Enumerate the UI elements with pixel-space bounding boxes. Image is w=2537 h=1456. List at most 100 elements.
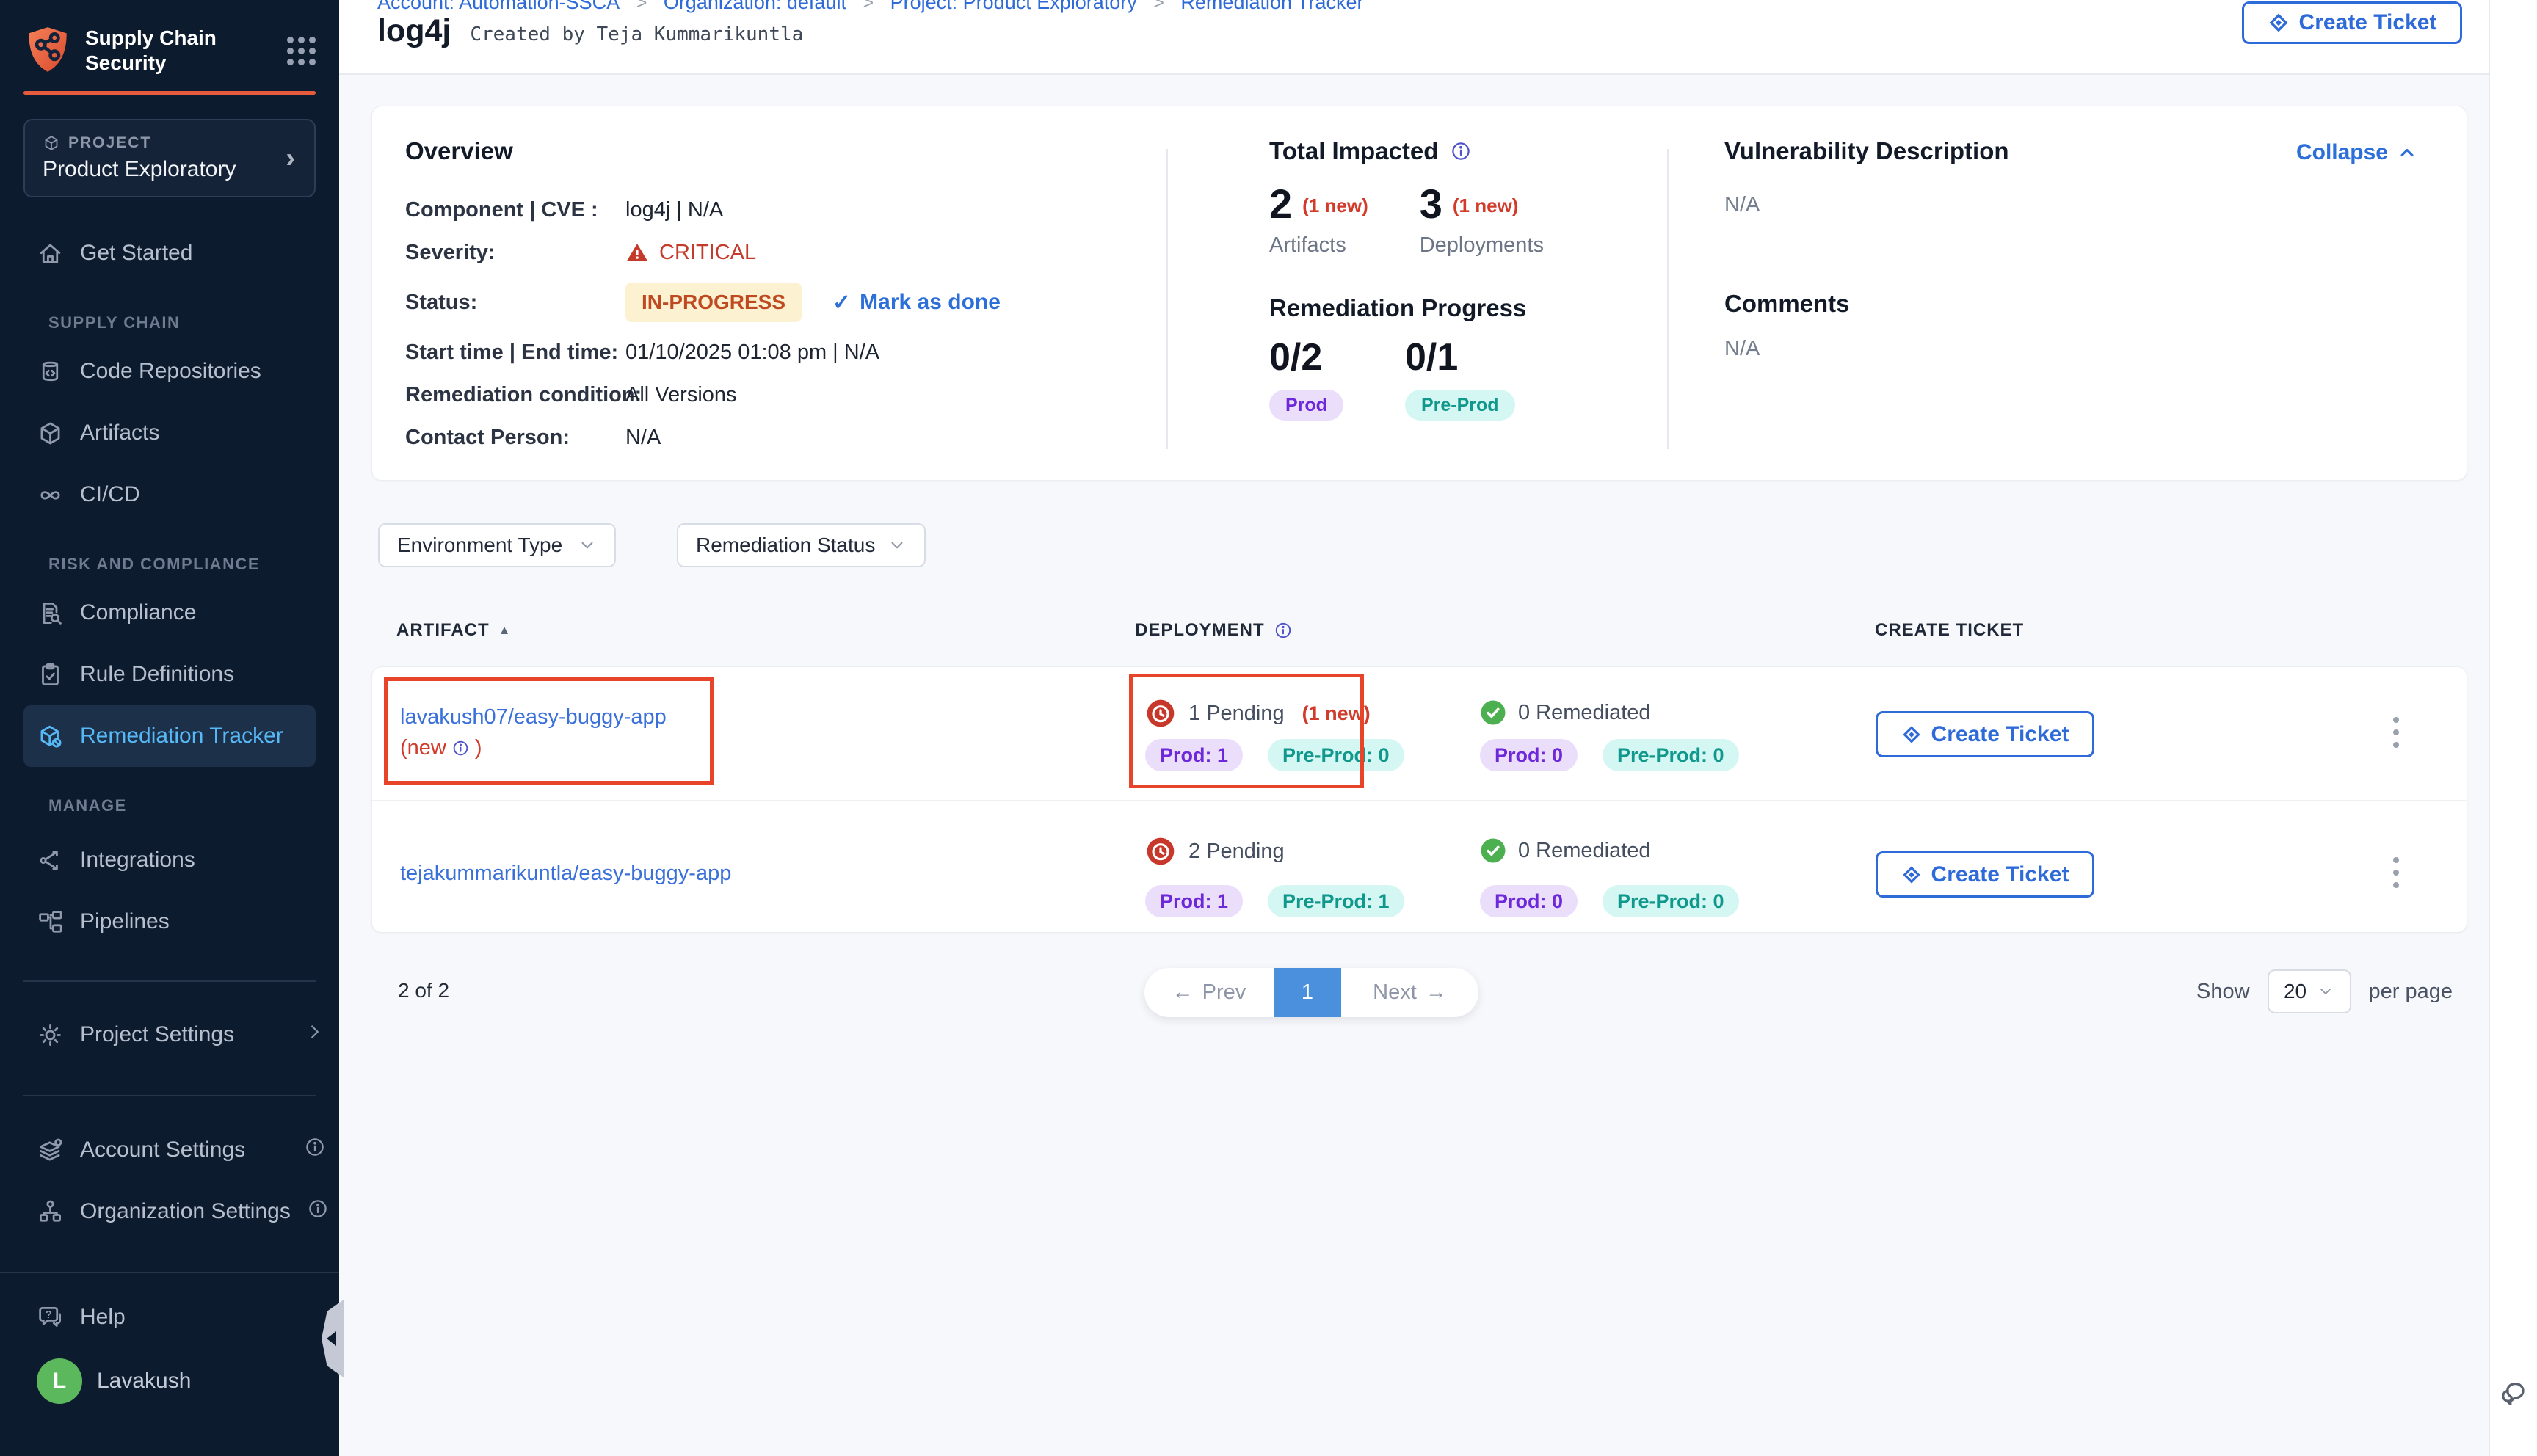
info-icon[interactable]	[451, 739, 470, 757]
sidebar-item-remediation-tracker[interactable]: Remediation Tracker	[23, 705, 316, 767]
overview-row-status: Status: IN-PROGRESS ✓ Mark as done	[405, 274, 1154, 331]
sidebar-item-get-started[interactable]: Get Started	[0, 222, 339, 284]
page-size-control: Show 20 per page	[2196, 969, 2453, 1013]
component-cve-value: log4j | N/A	[625, 198, 723, 222]
row-menu-kebab-icon[interactable]	[2387, 857, 2405, 888]
remediated-check-icon	[1480, 699, 1506, 726]
sidebar-item-label: Help	[80, 1305, 126, 1330]
artifacts-count: 2	[1269, 180, 1292, 228]
breadcrumb-account[interactable]: Account: Automation-SSCA	[377, 0, 620, 13]
sidebar-item-pipelines[interactable]: Pipelines	[0, 891, 339, 953]
pager: ← Prev 1 Next →	[1144, 968, 1478, 1017]
column-header-create-ticket: CREATE TICKET	[1875, 620, 2024, 641]
pipelines-icon	[37, 909, 64, 936]
deployments-count: 3	[1420, 180, 1442, 228]
sidebar-item-rule-definitions[interactable]: Rule Definitions	[0, 644, 339, 705]
check-icon: ✓	[832, 290, 851, 316]
row-menu-kebab-icon[interactable]	[2387, 717, 2405, 748]
sidebar-item-code-repositories[interactable]: Code Repositories	[0, 341, 339, 402]
code-repository-icon	[37, 358, 64, 385]
environment-type-filter[interactable]: Environment Type	[378, 523, 616, 567]
breadcrumb-project[interactable]: Project: Product Exploratory	[890, 0, 1137, 13]
sidebar-item-label: Project Settings	[80, 1022, 234, 1047]
prod-badge: Prod: 0	[1480, 739, 1578, 771]
layers-gear-icon	[37, 1137, 64, 1164]
prod-badge: Prod: 1	[1145, 739, 1243, 771]
info-icon[interactable]	[1450, 140, 1472, 162]
overview-card: Overview Component | CVE : log4j | N/A S…	[371, 106, 2467, 481]
info-icon[interactable]	[304, 1136, 326, 1164]
sidebar-item-help[interactable]: ? Help	[0, 1295, 339, 1339]
info-icon[interactable]	[1274, 621, 1293, 640]
remediation-status-filter[interactable]: Remediation Status	[677, 523, 926, 567]
user-name: Lavakush	[97, 1369, 191, 1394]
show-label: Show	[2196, 980, 2250, 1004]
user-menu[interactable]: L Lavakush	[0, 1358, 339, 1404]
apps-grid-icon[interactable]	[287, 37, 316, 65]
create-ticket-button[interactable]: Create Ticket	[1876, 851, 2094, 898]
collapse-button[interactable]: Collapse	[2296, 140, 2417, 165]
pending-status: 2 Pending	[1146, 837, 1285, 866]
page-subtitle: Created by Teja Kummarikuntla	[470, 23, 803, 46]
sidebar-item-label: Rule Definitions	[80, 662, 234, 687]
column-header-artifact[interactable]: ARTIFACT ▲	[396, 620, 511, 641]
pending-count: 1 Pending	[1188, 702, 1285, 726]
triangle-left-icon	[327, 1331, 336, 1346]
arrow-right-icon: →	[1426, 980, 1447, 1005]
sidebar: Supply Chain Security PROJECT Product Ex…	[0, 0, 339, 1456]
avatar: L	[37, 1358, 82, 1404]
ticket-diamond-icon	[1901, 864, 1922, 885]
remediation-table: lavakush07/easy-buggy-app (new ) 1 Pendi…	[371, 666, 2467, 933]
gear-icon	[37, 1022, 64, 1049]
info-icon[interactable]	[307, 1198, 329, 1226]
breadcrumb-remediation-tracker[interactable]: Remediation Tracker	[1180, 0, 1363, 13]
sidebar-item-project-settings[interactable]: Project Settings	[0, 1004, 339, 1066]
project-selector[interactable]: PROJECT Product Exploratory ›	[23, 119, 316, 197]
create-ticket-button[interactable]: Create Ticket	[2242, 1, 2462, 44]
artifact-link[interactable]: tejakummarikuntla/easy-buggy-app	[400, 862, 731, 886]
prod-pill: Prod	[1269, 390, 1343, 421]
sidebar-item-artifacts[interactable]: Artifacts	[0, 402, 339, 464]
sidebar-item-compliance[interactable]: Compliance	[0, 582, 339, 644]
artifact-link[interactable]: lavakush07/easy-buggy-app	[400, 705, 667, 729]
remediated-count: 0 Remediated	[1518, 701, 1651, 725]
mark-as-done-button[interactable]: ✓ Mark as done	[832, 290, 1001, 316]
sidebar-item-cicd[interactable]: CI/CD	[0, 464, 339, 525]
sidebar-item-organization-settings[interactable]: Organization Settings	[0, 1181, 339, 1242]
overview-row-condition: Remediation condition: All Versions	[405, 374, 1154, 416]
remediated-status: 0 Remediated	[1480, 837, 1651, 864]
page-number-active[interactable]: 1	[1274, 968, 1341, 1017]
contact-value: N/A	[625, 426, 661, 450]
sidebar-item-label: CI/CD	[80, 482, 140, 507]
sort-ascending-icon: ▲	[498, 623, 512, 638]
sidebar-item-account-settings[interactable]: Account Settings	[0, 1119, 339, 1181]
warning-triangle-icon	[625, 241, 649, 264]
help-chat-icon: ?	[37, 1304, 64, 1331]
page-size-select[interactable]: 20	[2268, 969, 2351, 1013]
total-impacted-heading: Total Impacted	[1269, 137, 1472, 165]
ticket-diamond-icon	[2268, 12, 2290, 34]
overview-row-contact: Contact Person: N/A	[405, 416, 1154, 459]
sidebar-item-integrations[interactable]: Integrations	[0, 829, 339, 891]
nav-section-supply-chain: SUPPLY CHAIN	[0, 308, 339, 338]
arrow-left-icon: ←	[1172, 980, 1194, 1005]
next-page-button[interactable]: Next →	[1341, 968, 1478, 1017]
comments-heading: Comments	[1724, 290, 1850, 318]
project-name: Product Exploratory	[43, 157, 297, 182]
chevron-down-icon	[888, 536, 907, 555]
cube-icon	[37, 420, 64, 447]
nav-section-manage: MANAGE	[0, 791, 339, 820]
brand-accent-divider	[23, 91, 316, 95]
filters: Environment Type Remediation Status	[378, 523, 926, 567]
pending-icon	[1146, 837, 1175, 866]
table-row: lavakush07/easy-buggy-app (new ) 1 Pendi…	[372, 667, 2467, 800]
per-page-label: per page	[2369, 980, 2453, 1004]
breadcrumb-separator: >	[1153, 0, 1164, 13]
shield-logo-icon	[23, 25, 72, 76]
prev-page-button[interactable]: ← Prev	[1144, 968, 1274, 1017]
breadcrumb: Account: Automation-SSCA > Organization:…	[377, 0, 1375, 14]
support-chat-icon[interactable]	[2497, 1377, 2530, 1415]
create-ticket-button[interactable]: Create Ticket	[1876, 711, 2094, 757]
right-rail	[2489, 0, 2537, 1456]
breadcrumb-organization[interactable]: Organization: default	[664, 0, 846, 13]
